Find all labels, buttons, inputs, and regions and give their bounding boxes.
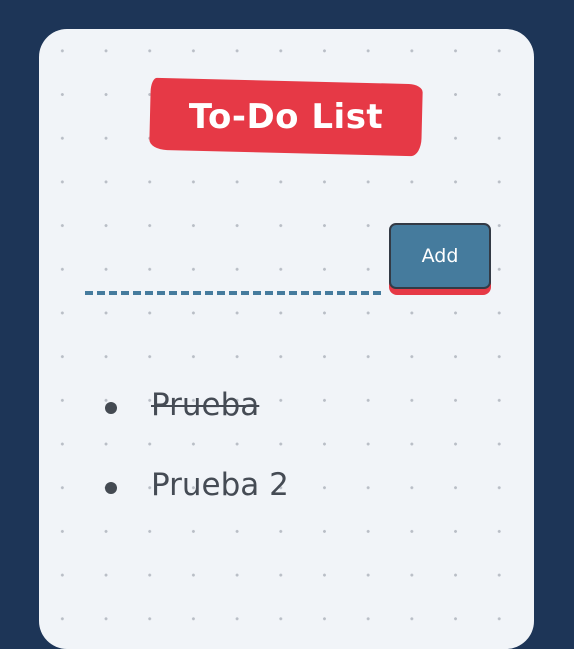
task-text[interactable]: Prueba: [151, 387, 259, 423]
todo-card: To-Do List Add Prueba Prueba 2: [39, 29, 534, 649]
bullet-icon: [105, 402, 117, 414]
task-item: Prueba: [101, 379, 501, 459]
task-text[interactable]: Prueba 2: [151, 467, 289, 503]
task-list: Prueba Prueba 2: [101, 379, 501, 539]
add-button[interactable]: Add: [389, 223, 491, 295]
add-button-label: Add: [389, 223, 491, 289]
title-banner: To-Do List: [149, 77, 423, 157]
page-title: To-Do List: [188, 97, 384, 137]
bullet-icon: [105, 482, 117, 494]
task-input[interactable]: [85, 259, 381, 295]
task-item: Prueba 2: [101, 459, 501, 539]
